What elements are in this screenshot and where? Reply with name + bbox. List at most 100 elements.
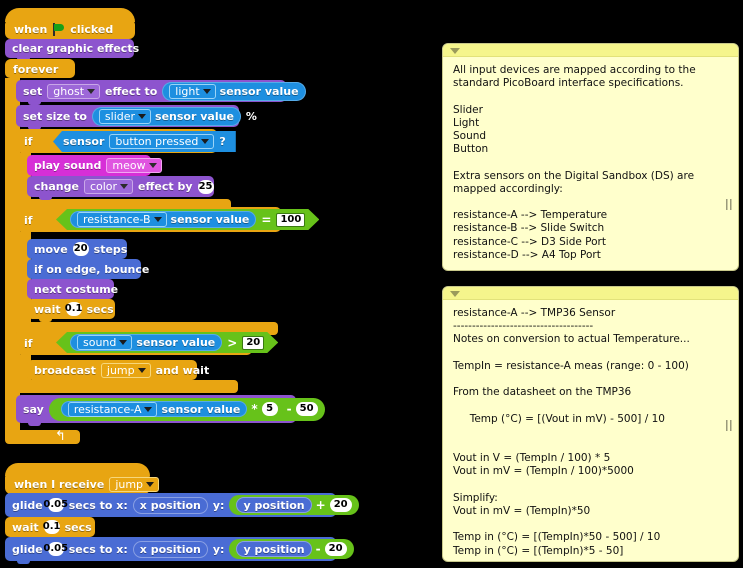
when-flag-clicked-hat[interactable]: when clicked [5,19,135,39]
add-operator[interactable]: y position + 20 [229,495,359,515]
if-button-pressed-head[interactable]: if sensor button pressed ? [16,129,236,153]
broadcast-and-wait-block[interactable]: broadcast jump and wait [27,360,209,383]
y-position-label: y position [243,498,305,512]
set-effect-block[interactable]: set ghost effect to light sensor value [16,80,306,105]
multiply-value-input[interactable]: 5 [261,402,278,416]
glide-label: glide [12,542,43,556]
equals-predicate[interactable]: resistance-B sensor value = 100 [56,209,319,230]
comment-tmp36-notes[interactable]: resistance-A --> TMP36 Sensor ----------… [442,286,739,562]
comment-resize-handle[interactable] [726,420,733,431]
glide-down-block[interactable]: glide 0.05 secs to x: x position y: y po… [5,537,354,564]
y-position-reporter[interactable]: y position [236,497,312,513]
comment-text[interactable]: All input devices are mapped according t… [443,57,738,268]
wait-label: wait [12,520,39,534]
subtract-value-input[interactable]: 20 [324,542,347,556]
x-position-label: x position [139,498,201,512]
secs-to-x-label: secs to x: [68,542,128,556]
x-position-reporter[interactable]: x position [132,496,208,514]
receive-message-value: jump [115,478,144,491]
sound-sensor-dropdown[interactable]: sound [77,335,132,350]
when-i-receive-hat[interactable]: when I receive jump [5,472,160,494]
equals-operator-symbol: = [261,212,272,227]
y-label: y: [212,498,225,512]
secs-label: secs [64,520,92,534]
multiply-operator[interactable]: resistance-A sensor value * 5 [55,399,283,419]
chevron-down-icon [137,367,146,373]
wait-secs-input[interactable]: 0.1 [65,302,82,316]
secs-to-x-label: secs to x: [68,498,128,512]
wait-secs-block[interactable]: wait 0.1 secs [27,299,115,322]
change-effect-block[interactable]: change color effect by 25 [27,176,214,200]
wait-secs-block-2[interactable]: wait 0.1 secs [5,517,95,540]
comment-picoboard-mapping[interactable]: All input devices are mapped according t… [442,43,739,271]
subtract-operator[interactable]: resistance-A sensor value * 5 - 50 [48,397,325,421]
broadcast-dropdown[interactable]: jump [100,362,151,378]
add-value-input[interactable]: 20 [329,498,352,512]
sensor-dropdown-value: light [175,84,200,98]
when-label: when [14,23,48,36]
greater-than-operator-symbol: > [227,335,238,350]
sound-dropdown[interactable]: meow [106,158,162,173]
subtract-symbol: - [315,542,321,556]
greater-than-predicate[interactable]: sound sensor value > 20 [56,332,278,353]
collapse-triangle-icon[interactable] [450,48,460,54]
glide-up-block[interactable]: glide 0.05 secs to x: x position y: y po… [5,493,359,520]
move-steps-input[interactable]: 20 [72,242,89,256]
resistance-dropdown[interactable]: resistance-B [77,212,167,227]
glide-secs-input[interactable]: 0.05 [43,498,68,512]
y-position-reporter[interactable]: y position [236,541,312,557]
comment-text[interactable]: resistance-A --> TMP36 Sensor ----------… [443,300,738,561]
set-label: set [23,84,43,98]
say-label: say [23,402,44,416]
effect-dropdown[interactable]: color [83,179,134,194]
glide-secs-input[interactable]: 0.05 [43,542,68,556]
sensor-dropdown[interactable]: light [169,83,216,99]
and-wait-label: and wait [155,363,210,377]
resistance-dropdown[interactable]: resistance-A [67,401,158,417]
change-effect-value-input[interactable]: 25 [197,179,214,194]
slider-sensor-value-reporter[interactable]: slider sensor value [91,106,241,126]
resistance-b-sensor-reporter[interactable]: resistance-B sensor value [70,211,256,228]
comment-resize-handle[interactable] [726,199,733,210]
light-sensor-value-reporter[interactable]: light sensor value [162,81,306,101]
play-sound-label: play sound [34,159,102,172]
set-size-block[interactable]: set size to slider sensor value % [16,105,257,130]
receive-message-dropdown[interactable]: jump [109,477,160,492]
equals-value-input[interactable]: 100 [276,213,305,227]
play-sound-block[interactable]: play sound meow [27,155,162,179]
if-label: if [24,214,33,227]
subtract-operator[interactable]: y position - 20 [229,539,354,559]
collapse-triangle-icon[interactable] [450,291,460,297]
subtract-value-input[interactable]: 50 [295,402,318,416]
greater-than-value-input[interactable]: 20 [242,336,264,350]
say-block[interactable]: say resistance-A sensor value * 5 - 50 [16,395,325,426]
secs-label: secs [86,302,114,316]
if-resistance-b-head[interactable]: if resistance-B sensor value = 100 [16,207,281,232]
clear-graphic-effects-block[interactable]: clear graphic effects [5,39,139,61]
chevron-down-icon [146,482,155,487]
chevron-down-icon [148,163,157,168]
green-flag-icon [52,23,65,36]
resistance-a-sensor-reporter[interactable]: resistance-A sensor value [60,401,248,417]
if-sound-head[interactable]: if sound sensor value > 20 [16,330,252,355]
if-on-edge-bounce-block[interactable]: if on edge, bounce [27,259,149,282]
subtract-symbol: - [286,402,292,416]
sound-sensor-reporter[interactable]: sound sensor value [70,334,222,351]
forever-label: forever [13,63,59,76]
x-position-reporter[interactable]: x position [132,540,208,558]
effect-dropdown[interactable]: ghost [47,83,101,99]
sensor-dropdown-value: slider [104,109,136,123]
move-steps-block[interactable]: move 20 steps [27,239,127,262]
forever-block-head[interactable]: forever [5,59,75,78]
comment-header[interactable] [443,287,738,300]
sensor-button-pressed-predicate[interactable]: sensor button pressed ? [53,131,236,152]
next-costume-label: next costume [34,282,119,296]
y-label: y: [212,542,225,556]
next-costume-block[interactable]: next costume [27,279,118,302]
comment-header[interactable] [443,44,738,57]
sensor-dropdown[interactable]: slider [98,108,152,124]
if-label: if [24,135,33,148]
set-size-label: set size to [23,109,87,123]
button-dropdown[interactable]: button pressed [109,134,215,149]
wait-secs-input[interactable]: 0.1 [43,520,60,534]
